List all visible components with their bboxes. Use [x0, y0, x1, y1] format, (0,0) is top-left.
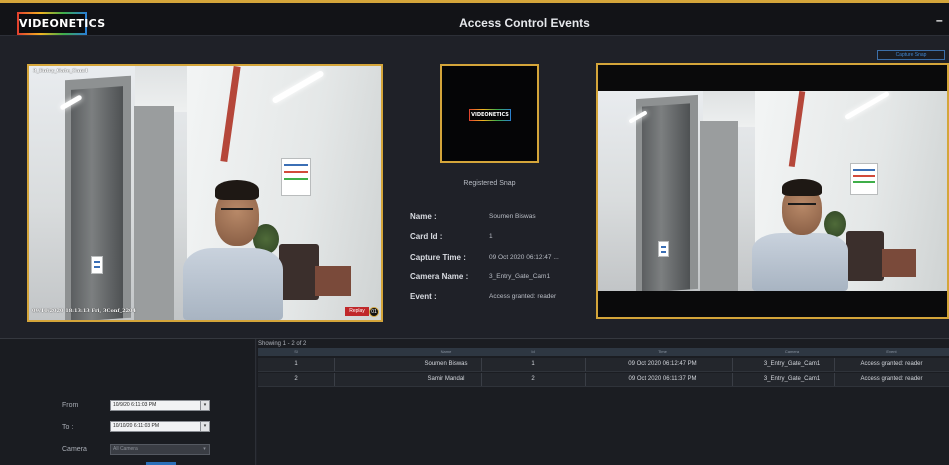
detail-label: Camera Name : — [410, 272, 469, 281]
chevron-down-icon[interactable]: ▾ — [200, 422, 209, 431]
window-title: Access Control Events — [459, 16, 590, 30]
detail-label: Name : — [410, 212, 437, 221]
wall-pillar — [134, 106, 174, 320]
camera-scene — [29, 66, 381, 320]
detail-value: 1 — [489, 233, 493, 240]
registered-snap: VIDEONETICS — [440, 64, 539, 163]
detail-card-id: Card Id : 1 — [410, 232, 590, 244]
detail-label: Event : — [410, 292, 437, 301]
chevron-down-icon[interactable]: ▾ — [200, 445, 209, 454]
door-sign — [658, 241, 669, 257]
live-camera-view[interactable]: 3_Entry_Gate_Cam1 09/10/2020 18:13:13 Fr… — [27, 64, 383, 322]
to-datetime-value: 10/10/20 6:11:03 PM — [113, 423, 160, 429]
person — [748, 175, 858, 291]
person-hair — [215, 180, 259, 200]
person-body — [183, 248, 283, 320]
title-bar: VIDEONETICS Access Control Events – — [0, 3, 949, 36]
detail-value: Access granted: reader — [489, 293, 557, 300]
captured-snapshot — [596, 63, 949, 319]
to-label: To : — [62, 424, 74, 431]
to-datetime-picker[interactable]: 10/10/20 6:11:03 PM ▾ — [110, 421, 210, 432]
detail-camera-name: Camera Name : 3_Entry_Gate_Cam1 — [410, 272, 590, 284]
camera-timestamp-overlay: 09/10/2020 18:13:13 Fri, 3Conf_2204 — [32, 308, 137, 314]
person — [177, 174, 297, 320]
results-count: Showing 1 - 2 of 2 — [258, 341, 307, 347]
detail-label: Capture Time : — [410, 253, 466, 262]
registered-snap-caption: Registered Snap — [463, 180, 516, 187]
cell-event: Access granted: reader — [860, 376, 923, 382]
camera-label: Camera — [62, 446, 87, 453]
camera-select[interactable]: All Camera ▾ — [110, 444, 210, 455]
camera-select-value: All Camera — [113, 446, 138, 452]
from-label: From — [62, 402, 79, 409]
capture-snap-button[interactable]: Capture Snap — [877, 50, 945, 60]
column-header-time[interactable]: Time — [585, 349, 740, 354]
wall-pillar — [700, 121, 738, 291]
cell-sl: 1 — [294, 361, 298, 367]
replay-count-badge: 01 — [369, 307, 379, 317]
person-glasses — [788, 203, 816, 205]
cell-id: 1 — [531, 361, 535, 367]
table-row[interactable]: 1 Soumen Biswas 1 09 Oct 2020 06:12:47 P… — [258, 358, 949, 372]
access-control-window: VIDEONETICS Access Control Events – Capt… — [0, 0, 949, 465]
column-header-id[interactable]: Id — [481, 349, 585, 354]
detail-capture-time: Capture Time : 09 Oct 2020 06:12:47 ... — [410, 253, 590, 265]
cell-id: 2 — [531, 376, 535, 382]
cell-time: 09 Oct 2020 06:11:37 PM — [628, 376, 697, 382]
side-table — [882, 249, 916, 277]
cell-time: 09 Oct 2020 06:12:47 PM — [628, 361, 697, 367]
detail-value: 09 Oct 2020 06:12:47 ... — [489, 254, 559, 261]
from-datetime-value: 10/9/20 6:11:03 PM — [113, 402, 157, 408]
table-row[interactable]: 2 Samir Mandal 2 09 Oct 2020 06:11:37 PM… — [258, 373, 949, 387]
column-header-sl[interactable]: Sl — [258, 349, 334, 354]
snapshot-scene — [598, 91, 947, 291]
detail-event: Event : Access granted: reader — [410, 292, 590, 304]
cell-sl: 2 — [294, 376, 298, 382]
cell-event: Access granted: reader — [860, 361, 923, 367]
detail-value: 3_Entry_Gate_Cam1 — [489, 273, 551, 280]
elevator-door — [642, 103, 690, 291]
minimize-button[interactable]: – — [936, 13, 943, 27]
detail-value: Soumen Biswas — [489, 213, 536, 220]
from-datetime-picker[interactable]: 10/9/20 6:11:03 PM ▾ — [110, 400, 210, 411]
person-body — [752, 233, 848, 291]
person-glasses — [221, 208, 253, 210]
column-header-event[interactable]: Event — [834, 349, 949, 354]
detail-name: Name : Soumen Biswas — [410, 212, 590, 224]
elevator-door — [71, 86, 123, 320]
door-sign — [91, 256, 103, 274]
table-header: Sl Name Id Time Camera Event — [258, 348, 949, 356]
side-table — [315, 266, 351, 296]
chevron-down-icon[interactable]: ▾ — [200, 401, 209, 410]
registered-snap-logo: VIDEONETICS — [469, 109, 511, 121]
camera-name-overlay: 3_Entry_Gate_Cam1 — [33, 68, 89, 74]
detail-label: Card Id : — [410, 232, 443, 241]
replay-button[interactable]: Replay — [345, 307, 369, 316]
person-hair — [782, 179, 822, 196]
